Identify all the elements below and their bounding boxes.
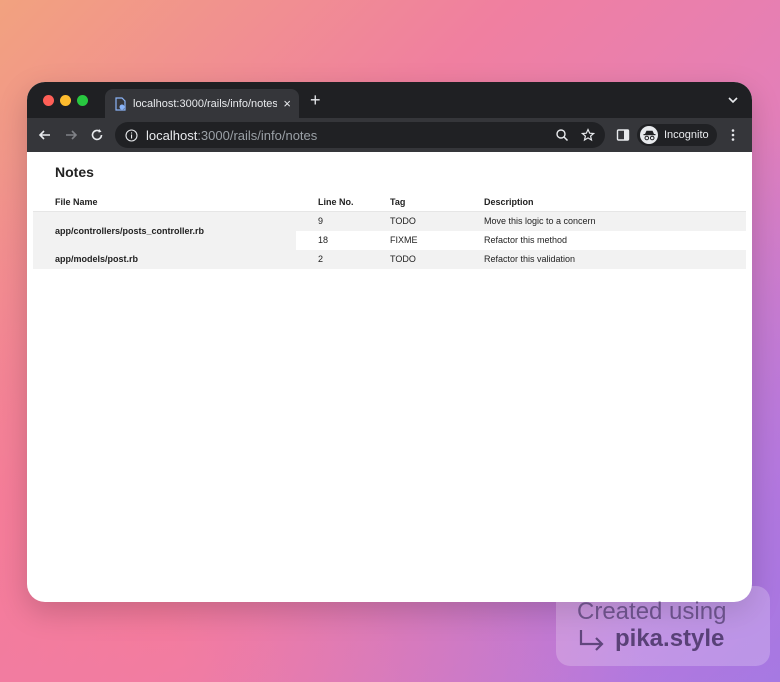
description-cell: Move this logic to a concern bbox=[484, 211, 746, 231]
page-content: Notes File Name Line No. Tag Description… bbox=[27, 152, 752, 269]
watermark-brand: pika.style bbox=[615, 625, 725, 652]
column-header-file-name: File Name bbox=[33, 193, 296, 212]
chevron-down-icon[interactable] bbox=[726, 93, 740, 107]
tag-cell: TODO bbox=[390, 211, 484, 231]
line-no-cell: 9 bbox=[296, 211, 390, 231]
bookmark-star-icon[interactable] bbox=[581, 128, 595, 142]
column-header-line-no: Line No. bbox=[296, 193, 390, 212]
file-name-cell: app/controllers/posts_controller.rb bbox=[33, 211, 296, 250]
notes-table: File Name Line No. Tag Description app/c… bbox=[33, 193, 746, 269]
incognito-profile-button[interactable]: Incognito bbox=[637, 124, 717, 146]
column-header-description: Description bbox=[484, 193, 746, 212]
url-host: localhost bbox=[146, 127, 198, 143]
reload-icon[interactable] bbox=[89, 127, 105, 143]
browser-tab[interactable]: localhost:3000/rails/info/notes × bbox=[105, 89, 299, 118]
tag-cell: TODO bbox=[390, 249, 484, 269]
back-arrow-icon[interactable] bbox=[37, 127, 53, 143]
return-arrow-icon bbox=[579, 630, 604, 651]
tag-cell: FIXME bbox=[390, 235, 418, 245]
table-header-row: File Name Line No. Tag Description bbox=[33, 193, 746, 212]
forward-arrow-icon[interactable] bbox=[63, 127, 79, 143]
description-cell: Refactor this method bbox=[484, 235, 568, 245]
new-tab-button[interactable]: + bbox=[310, 90, 321, 110]
watermark-created-text: Created using bbox=[577, 598, 727, 625]
page-favicon-icon bbox=[115, 96, 126, 111]
side-panel-icon[interactable] bbox=[616, 128, 630, 142]
file-name-cell: app/models/post.rb bbox=[33, 249, 296, 269]
more-menu-icon[interactable] bbox=[726, 128, 740, 142]
tab-title: localhost:3000/rails/info/notes bbox=[133, 97, 278, 110]
page-title: Notes bbox=[55, 164, 94, 180]
table-row: app/models/post.rb 2 TODO Refactor this … bbox=[33, 249, 746, 269]
url-path: :3000/rails/info/notes bbox=[197, 127, 318, 143]
address-bar[interactable]: localhost:3000/rails/info/notes bbox=[115, 122, 605, 148]
description-cell: Refactor this validation bbox=[484, 249, 746, 269]
search-icon[interactable] bbox=[555, 128, 569, 142]
close-window-button[interactable] bbox=[43, 95, 54, 106]
table-row: app/controllers/posts_controller.rb 9 TO… bbox=[33, 211, 746, 250]
tab-bar: localhost:3000/rails/info/notes × + bbox=[27, 82, 752, 118]
info-icon[interactable] bbox=[125, 128, 138, 142]
incognito-label: Incognito bbox=[664, 129, 709, 141]
tab-close-icon[interactable]: × bbox=[283, 96, 291, 111]
toolbar: localhost:3000/rails/info/notes Incogni… bbox=[27, 118, 752, 152]
minimize-window-button[interactable] bbox=[60, 95, 71, 106]
incognito-icon bbox=[640, 126, 658, 144]
line-no-cell: 18 bbox=[318, 235, 329, 245]
maximize-window-button[interactable] bbox=[77, 95, 88, 106]
line-no-cell: 2 bbox=[296, 249, 390, 269]
browser-window: localhost:3000/rails/info/notes × + loca… bbox=[27, 82, 752, 602]
column-header-tag: Tag bbox=[390, 193, 484, 212]
